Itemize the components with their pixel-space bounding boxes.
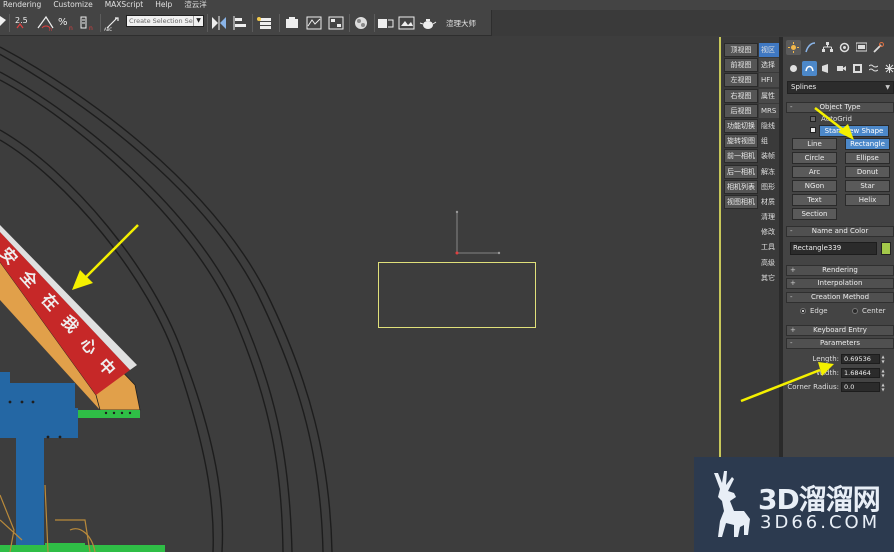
deer-logo-icon: [714, 471, 750, 537]
annotation-arrow-parameters: [740, 362, 834, 403]
annotation-arrow-rectangle-button: [814, 107, 854, 140]
watermark-url: 3D66.COM: [760, 512, 881, 533]
watermark-logo: 3D溜溜网 3D66.COM: [694, 457, 894, 552]
